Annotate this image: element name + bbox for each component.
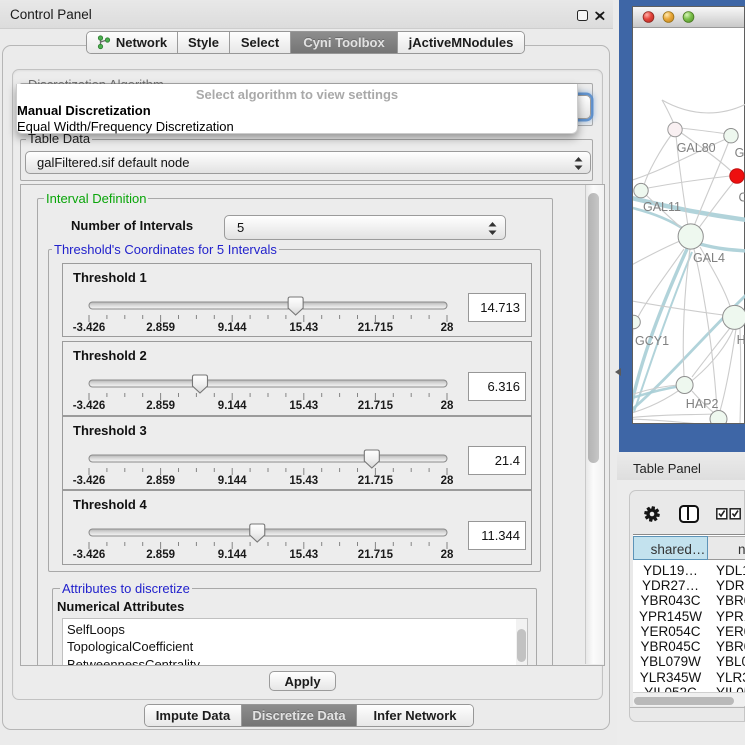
svg-text:15.43: 15.43 <box>289 475 318 487</box>
svg-text:-3.426: -3.426 <box>73 475 106 487</box>
svg-text:15.43: 15.43 <box>289 549 318 561</box>
svg-text:28: 28 <box>441 322 454 334</box>
svg-text:21.715: 21.715 <box>358 322 394 334</box>
svg-text:-3.426: -3.426 <box>73 400 106 412</box>
svg-text:GCY1: GCY1 <box>635 334 669 348</box>
svg-text:GAL11: GAL11 <box>643 200 681 214</box>
svg-text:9.144: 9.144 <box>218 322 247 334</box>
svg-text:21.715: 21.715 <box>358 475 394 487</box>
svg-text:2.859: 2.859 <box>146 322 175 334</box>
svg-text:-3.426: -3.426 <box>73 549 106 561</box>
svg-text:9.144: 9.144 <box>218 475 247 487</box>
svg-text:GAL80: GAL80 <box>677 141 716 155</box>
svg-text:-3.426: -3.426 <box>73 322 106 334</box>
svg-text:CDC2: CDC2 <box>739 190 745 204</box>
svg-text:HAP2: HAP2 <box>686 397 719 411</box>
svg-text:15.43: 15.43 <box>289 322 318 334</box>
svg-text:2.859: 2.859 <box>146 400 175 412</box>
svg-text:28: 28 <box>441 475 454 487</box>
svg-text:15.43: 15.43 <box>289 400 318 412</box>
svg-text:28: 28 <box>441 400 454 412</box>
svg-text:HIS4: HIS4 <box>737 333 745 347</box>
svg-text:21.715: 21.715 <box>358 400 394 412</box>
svg-text:2.859: 2.859 <box>146 549 175 561</box>
svg-text:2.859: 2.859 <box>146 475 175 487</box>
svg-text:GAL4: GAL4 <box>693 251 725 265</box>
svg-text:28: 28 <box>441 549 454 561</box>
svg-text:21.715: 21.715 <box>358 549 394 561</box>
svg-text:9.144: 9.144 <box>218 549 247 561</box>
svg-text:9.144: 9.144 <box>218 400 247 412</box>
svg-text:GAL1: GAL1 <box>735 146 745 160</box>
